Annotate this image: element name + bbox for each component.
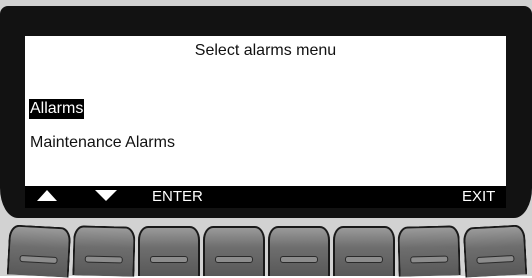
softkey-down[interactable] [95, 186, 117, 208]
hardware-key-7[interactable] [397, 225, 461, 277]
softkey-exit[interactable]: EXIT [462, 186, 495, 208]
hardware-key-8[interactable] [462, 224, 528, 278]
triangle-up-icon [37, 190, 57, 202]
triangle-down-icon [95, 190, 117, 202]
softkey-bar: ENTER EXIT [25, 186, 506, 208]
menu-item-maintenance-alarms[interactable]: Maintenance Alarms [29, 133, 176, 153]
hardware-key-3[interactable] [138, 226, 200, 276]
device-panel: Select alarms menu Allarms Maintenance A… [0, 0, 532, 278]
hardware-key-6[interactable] [333, 226, 395, 276]
softkey-enter[interactable]: ENTER [152, 186, 203, 208]
hardware-key-5[interactable] [268, 226, 330, 276]
hardware-key-1[interactable] [6, 224, 72, 278]
hardware-keypad [6, 224, 528, 278]
page-title: Select alarms menu [194, 42, 337, 59]
hardware-key-4[interactable] [203, 226, 265, 276]
hardware-key-2[interactable] [72, 225, 136, 277]
softkey-up[interactable] [37, 186, 57, 208]
menu-item-allarms[interactable]: Allarms [29, 99, 85, 119]
display-bezel: Select alarms menu Allarms Maintenance A… [0, 6, 532, 218]
lcd-screen: Select alarms menu Allarms Maintenance A… [25, 36, 506, 208]
